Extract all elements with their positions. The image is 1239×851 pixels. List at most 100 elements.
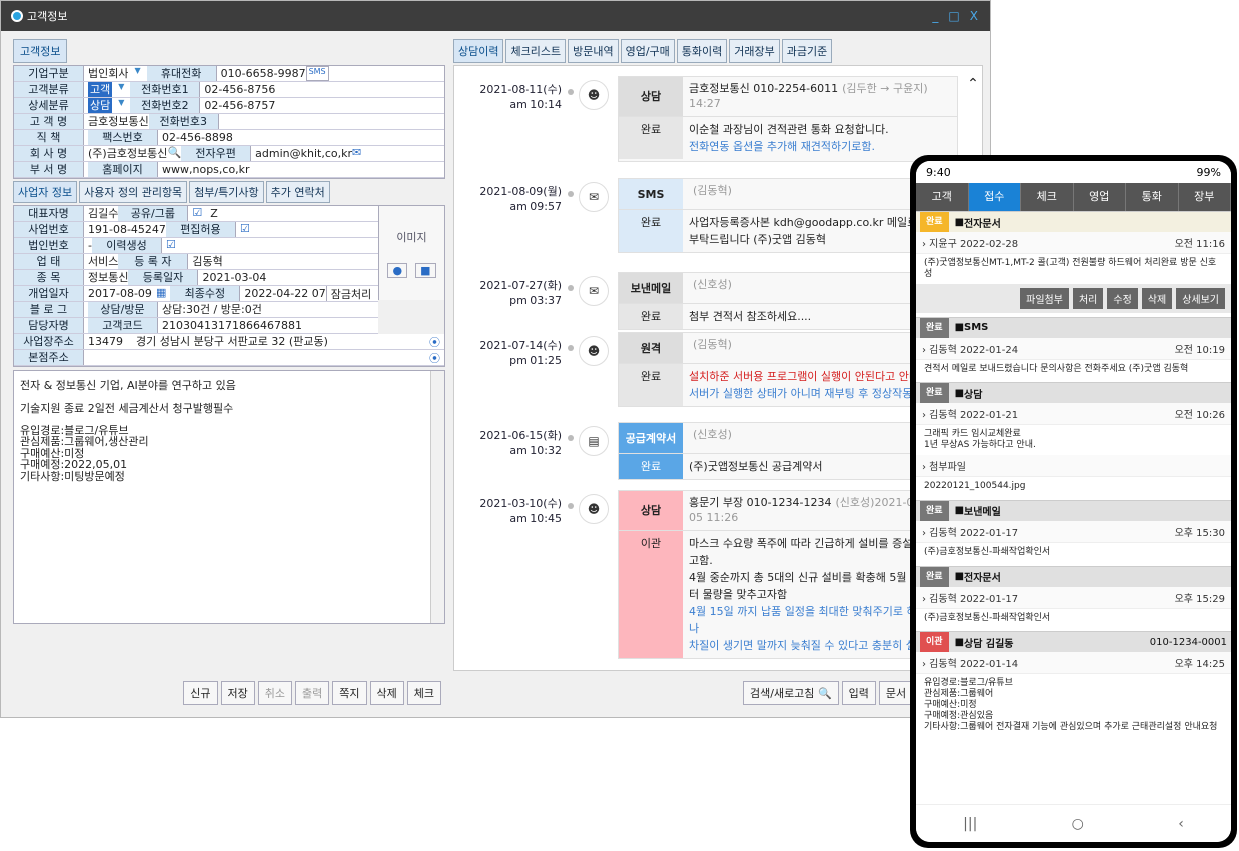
phone-tab[interactable]: 접수 bbox=[968, 183, 1021, 211]
card-action-button[interactable]: 수정 bbox=[1107, 287, 1138, 309]
input-button[interactable]: 입력 bbox=[841, 681, 876, 705]
entry-card[interactable]: 보낸메일 (신호성) 완료 첨부 견적서 참조하세요.... bbox=[618, 272, 958, 331]
image-delete-icon[interactable]: ■ bbox=[415, 262, 436, 278]
hq-address-field[interactable] bbox=[84, 350, 425, 365]
field-value[interactable] bbox=[180, 238, 184, 253]
image-add-icon[interactable]: ● bbox=[387, 262, 408, 278]
entry-card[interactable]: 원격 (김동혁) 완료 설치하준 서버용 프로그램이 실행이 안된다고 안내 서버가 실… bbox=[618, 332, 958, 408]
home-icon[interactable]: ○ bbox=[1072, 816, 1084, 832]
tab-customer-info[interactable]: 고객정보 bbox=[13, 39, 68, 63]
map-pin-icon[interactable]: ⦿ bbox=[425, 350, 444, 365]
sms-icon[interactable]: SMS bbox=[305, 66, 329, 81]
document-button[interactable]: 문서 bbox=[878, 681, 914, 705]
dropdown-arrow-icon[interactable]: ▼ bbox=[128, 66, 146, 81]
map-pin-icon[interactable]: ⦿ bbox=[425, 334, 444, 349]
field-value[interactable]: 2021-03-04 bbox=[198, 270, 266, 285]
phone-card[interactable]: 완료 ■ SMS › 김동혁 2022-01-24 오전 10:19 견적서 메일로 보… bbox=[916, 316, 1231, 379]
phone-tab[interactable]: 고객 bbox=[916, 183, 969, 211]
entry-card[interactable]: 공급계약서 (신호성) 완료 (주)굿앱정보통신 공급계약서 bbox=[618, 422, 958, 481]
field-value[interactable]: (주)금호정보통신 bbox=[84, 146, 167, 161]
checkbox[interactable]: ☑ bbox=[188, 206, 206, 221]
field-value[interactable]: 02-456-8756 bbox=[200, 82, 275, 97]
phone-card[interactable]: 이관 ■ 상담 김길동 010-1234-0001 › 김동혁 2022-01-14 오… bbox=[916, 631, 1231, 736]
field-value[interactable]: 김길수 bbox=[84, 206, 118, 221]
calendar-icon[interactable]: ▦ bbox=[152, 286, 170, 301]
entry-card[interactable]: 상담 홍문기 부장 010-1234-1234 (신호성)2021-04- 05 11… bbox=[618, 490, 958, 660]
search-icon[interactable]: 🔍 bbox=[167, 146, 181, 161]
card-action-button[interactable]: 상세보기 bbox=[1176, 287, 1225, 309]
lock-dropdown[interactable]: 잠금처리 bbox=[325, 286, 375, 301]
tab-calls[interactable]: 통화이력 bbox=[676, 39, 728, 63]
tab-custom-fields[interactable]: 사용자 정의 관리항목 bbox=[79, 181, 188, 203]
check-button[interactable]: 체크 bbox=[406, 681, 441, 705]
note-button[interactable]: 쪽지 bbox=[332, 681, 367, 705]
maximize-button[interactable]: □ bbox=[948, 9, 959, 23]
entry-card[interactable]: 상담 금호정보통신 010-2254-6011 (김두한 → 구윤지) 14:27 완료… bbox=[618, 76, 958, 162]
tab-ledger[interactable]: 거래장부 bbox=[729, 39, 780, 63]
field-value[interactable]: 김동혁 bbox=[188, 254, 222, 269]
phone-tab[interactable]: 체크 bbox=[1021, 183, 1074, 211]
checkbox[interactable]: ☑ bbox=[162, 238, 180, 253]
field-value[interactable]: admin@khit,co,kr bbox=[251, 146, 352, 161]
field-value[interactable]: 2022-04-22 07 bbox=[240, 286, 325, 301]
phone-card[interactable]: 완료 ■ 상담 › 김동혁 2022-01-21 오전 10:26 그래픽 카드 임시교… bbox=[916, 382, 1231, 495]
card-action-button[interactable]: 삭제 bbox=[1141, 287, 1173, 309]
field-value[interactable]: - bbox=[84, 238, 92, 253]
dropdown-arrow-icon[interactable]: ▼ bbox=[112, 82, 130, 97]
print-button[interactable]: 출력 bbox=[295, 681, 330, 705]
phone-card[interactable]: 완료 ■ 보낸메일 › 김동혁 2022-01-17 오후 15:30 (주)금호정보통… bbox=[916, 499, 1231, 562]
recent-apps-icon[interactable]: ||| bbox=[963, 816, 977, 832]
tab-visits[interactable]: 방문내역 bbox=[568, 39, 619, 63]
field-value[interactable]: 법인회사 bbox=[84, 66, 128, 81]
field-value[interactable] bbox=[254, 222, 258, 237]
card-action-button[interactable]: 처리 bbox=[1072, 287, 1104, 309]
tab-checklist[interactable]: 체크리스트 bbox=[505, 39, 567, 63]
field-value[interactable]: 02-456-8898 bbox=[158, 130, 233, 145]
phone-tab[interactable]: 장부 bbox=[1178, 183, 1231, 211]
new-button[interactable]: 신규 bbox=[183, 681, 218, 705]
search-refresh-button[interactable]: 검색/새로고침 🔍 bbox=[743, 681, 839, 705]
field-value[interactable]: 정보통신 bbox=[84, 270, 128, 285]
delete-button[interactable]: 삭제 bbox=[369, 681, 404, 705]
attachment-file[interactable]: 20220121_100544.jpg bbox=[916, 477, 1231, 496]
field-value[interactable]: 02-456-8757 bbox=[200, 98, 275, 113]
field-value[interactable]: 상담:30건 / 방문:0건 bbox=[158, 302, 262, 317]
tab-business-info[interactable]: 사업자 정보 bbox=[13, 181, 78, 203]
tab-extra-contacts[interactable]: 추가 연락처 bbox=[265, 181, 330, 203]
image-box[interactable]: 이미지 ● ■ bbox=[378, 206, 444, 300]
cancel-button[interactable]: 취소 bbox=[257, 681, 292, 705]
field-value[interactable]: 191-08-45247 bbox=[84, 222, 166, 237]
entry-card[interactable]: SMS (김동혁) 완료 사업자등록증사본 kdh@goodapp.co.kr 메일로… bbox=[618, 178, 958, 254]
memo-area[interactable]: 전자 & 정보통신 기업, AI분야를 연구하고 있음 기술지원 종료 2일전 … bbox=[13, 370, 445, 624]
card-action-button[interactable]: 파일첨부 bbox=[1020, 287, 1069, 309]
phone-tab[interactable]: 영업 bbox=[1073, 183, 1126, 211]
save-button[interactable]: 저장 bbox=[220, 681, 255, 705]
tab-billing[interactable]: 과금기준 bbox=[781, 39, 833, 63]
phone-tab[interactable]: 통화 bbox=[1126, 183, 1179, 211]
minimize-button[interactable]: _ bbox=[932, 9, 938, 23]
memo-scrollbar[interactable] bbox=[430, 371, 444, 623]
phone-card[interactable]: 완료 ■ 전자문서 › 지윤구 2022-02-28 오전 11:16 (주)굿앱정보통… bbox=[916, 211, 1231, 313]
field-value[interactable] bbox=[219, 114, 223, 129]
field-value[interactable]: Z bbox=[206, 206, 218, 221]
scroll-up-icon[interactable]: ⌃ bbox=[963, 76, 982, 92]
tab-sales[interactable]: 영업/구매 bbox=[620, 39, 675, 63]
zip-field[interactable]: 13479 bbox=[84, 334, 132, 349]
field-value[interactable]: 상담 bbox=[88, 98, 113, 113]
dropdown-arrow-icon[interactable]: ▼ bbox=[112, 98, 130, 113]
attachment-label[interactable]: › 첨부파일 bbox=[916, 454, 1231, 477]
phone-card[interactable]: 완료 ■ 전자문서 › 김동혁 2022-01-17 오후 15:29 (주)금호정보통… bbox=[916, 565, 1231, 628]
field-value[interactable]: 서비스 bbox=[84, 254, 118, 269]
back-icon[interactable]: ‹ bbox=[1178, 816, 1184, 832]
card-phone[interactable]: 010-1234-0001 bbox=[1150, 637, 1227, 648]
close-button[interactable]: X bbox=[970, 9, 978, 23]
field-value[interactable]: 금호정보통신 bbox=[84, 114, 149, 129]
field-value[interactable]: www,nops,co,kr bbox=[158, 162, 250, 177]
field-value[interactable]: 2017-08-09 bbox=[84, 286, 152, 301]
field-value[interactable]: 21030413171866467881 bbox=[158, 318, 302, 333]
tab-attachments[interactable]: 첨부/특기사항 bbox=[189, 181, 264, 203]
field-value[interactable]: 010-6658-9987 bbox=[217, 66, 306, 81]
field-value[interactable]: 고객 bbox=[88, 82, 113, 97]
checkbox[interactable]: ☑ bbox=[236, 222, 254, 237]
tab-consult-history[interactable]: 상담이력 bbox=[453, 39, 504, 63]
